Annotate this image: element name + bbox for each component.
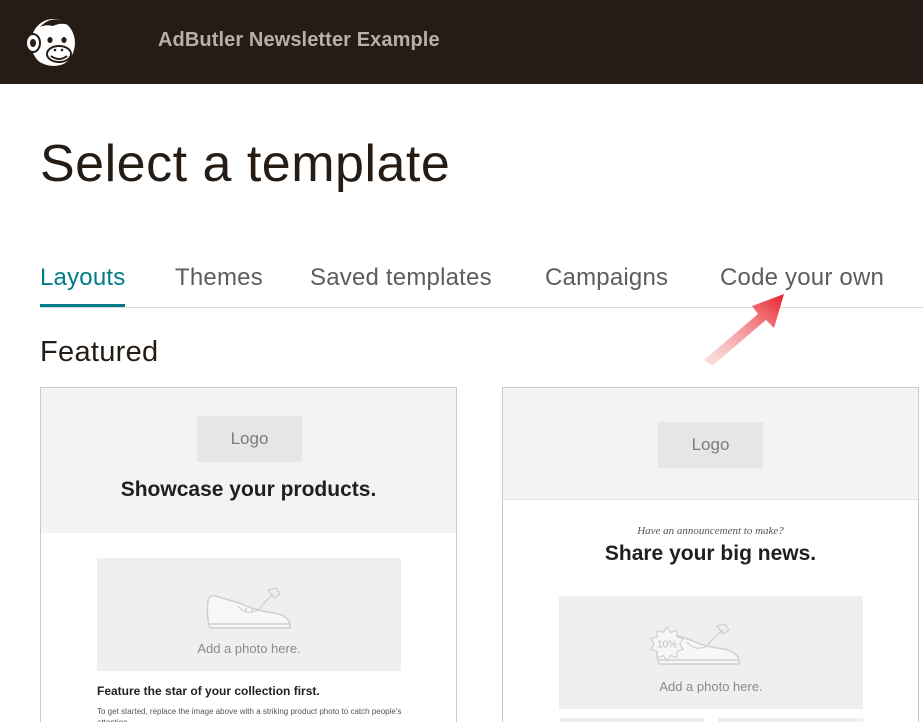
template-tabs: Layouts Themes Saved templates Campaigns… bbox=[40, 262, 923, 308]
card-header: Logo Showcase your products. bbox=[41, 388, 456, 533]
card-headline: Share your big news. bbox=[604, 542, 817, 565]
card-header: Logo bbox=[503, 388, 918, 500]
logo-placeholder: Logo bbox=[197, 416, 302, 462]
card-kicker: Have an announcement to make? bbox=[637, 525, 784, 537]
page-title: Select a template bbox=[40, 135, 451, 193]
template-card-showcase-products[interactable]: Logo Showcase your products. Add a photo… bbox=[40, 387, 457, 722]
feature-title: Feature the star of your collection firs… bbox=[97, 684, 320, 698]
tab-layouts[interactable]: Layouts bbox=[40, 264, 126, 307]
tab-campaigns[interactable]: Campaigns bbox=[545, 264, 668, 307]
photo-caption: Add a photo here. bbox=[659, 679, 763, 694]
photo-caption: Add a photo here. bbox=[197, 641, 301, 656]
feature-body: To get started, replace the image above … bbox=[97, 707, 402, 722]
content-placeholder bbox=[559, 718, 704, 722]
card-headline: Showcase your products. bbox=[120, 478, 377, 501]
tab-saved-templates[interactable]: Saved templates bbox=[310, 264, 492, 307]
photo-placeholder: 10% Add a photo here. bbox=[559, 596, 863, 709]
app-title: AdButler Newsletter Example bbox=[158, 29, 440, 51]
tab-themes[interactable]: Themes bbox=[175, 264, 263, 307]
mailchimp-logo-icon[interactable] bbox=[22, 13, 80, 71]
discount-badge-text: 10% bbox=[657, 640, 677, 651]
photo-placeholder: Add a photo here. bbox=[97, 558, 401, 671]
discount-badge-icon: 10% bbox=[649, 626, 685, 662]
template-card-share-big-news[interactable]: Logo Have an announcement to make? Share… bbox=[502, 387, 919, 722]
section-title-featured: Featured bbox=[40, 336, 159, 368]
red-arrow-icon bbox=[704, 294, 784, 366]
content-placeholder bbox=[718, 718, 863, 722]
logo-placeholder: Logo bbox=[658, 422, 763, 468]
shoe-icon bbox=[206, 587, 291, 629]
top-bar: AdButler Newsletter Example bbox=[0, 0, 923, 84]
